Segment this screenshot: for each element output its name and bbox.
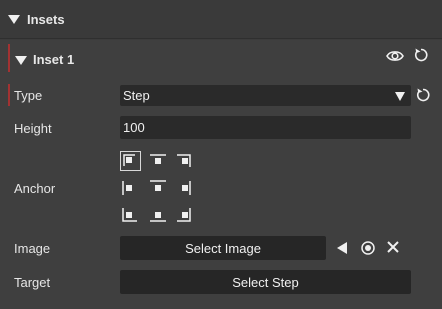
inset-accent-bar bbox=[8, 44, 10, 72]
inset-title: Inset 1 bbox=[33, 52, 75, 67]
insets-section-title: Insets bbox=[27, 12, 65, 27]
target-label: Target bbox=[14, 275, 51, 290]
collapse-insets-icon[interactable] bbox=[8, 15, 20, 24]
select-image-button[interactable]: Select Image bbox=[120, 236, 326, 260]
anchor-middle-left[interactable] bbox=[121, 180, 141, 196]
insets-section-header[interactable] bbox=[0, 0, 442, 39]
anchor-bottom-right[interactable] bbox=[174, 207, 194, 223]
play-back-icon[interactable] bbox=[335, 240, 349, 256]
type-accent-bar bbox=[8, 84, 10, 106]
anchor-middle-center[interactable] bbox=[148, 180, 168, 196]
collapse-inset-icon[interactable] bbox=[15, 56, 27, 65]
anchor-top-left[interactable] bbox=[120, 151, 141, 171]
reset-icon[interactable] bbox=[413, 47, 429, 63]
reset-type-icon[interactable] bbox=[415, 87, 431, 103]
select-step-button[interactable]: Select Step bbox=[120, 270, 411, 294]
chevron-down-icon[interactable] bbox=[395, 92, 405, 101]
anchor-bottom-center[interactable] bbox=[148, 207, 168, 223]
anchor-middle-right[interactable] bbox=[174, 180, 194, 196]
height-input[interactable]: 100 bbox=[120, 116, 411, 139]
target-dot-icon[interactable] bbox=[360, 240, 376, 256]
anchor-top-center[interactable] bbox=[148, 153, 168, 169]
height-label: Height bbox=[14, 121, 52, 136]
type-label: Type bbox=[14, 88, 43, 103]
image-label: Image bbox=[14, 241, 51, 256]
anchor-bottom-left[interactable] bbox=[121, 207, 141, 223]
anchor-label: Anchor bbox=[14, 181, 56, 196]
type-value: Step bbox=[123, 88, 150, 103]
close-icon[interactable] bbox=[386, 240, 400, 254]
height-value: 100 bbox=[123, 120, 145, 135]
type-dropdown[interactable]: Step bbox=[120, 85, 411, 106]
eye-icon[interactable] bbox=[386, 48, 404, 64]
anchor-top-right[interactable] bbox=[174, 153, 194, 169]
inset-panel bbox=[0, 40, 442, 309]
